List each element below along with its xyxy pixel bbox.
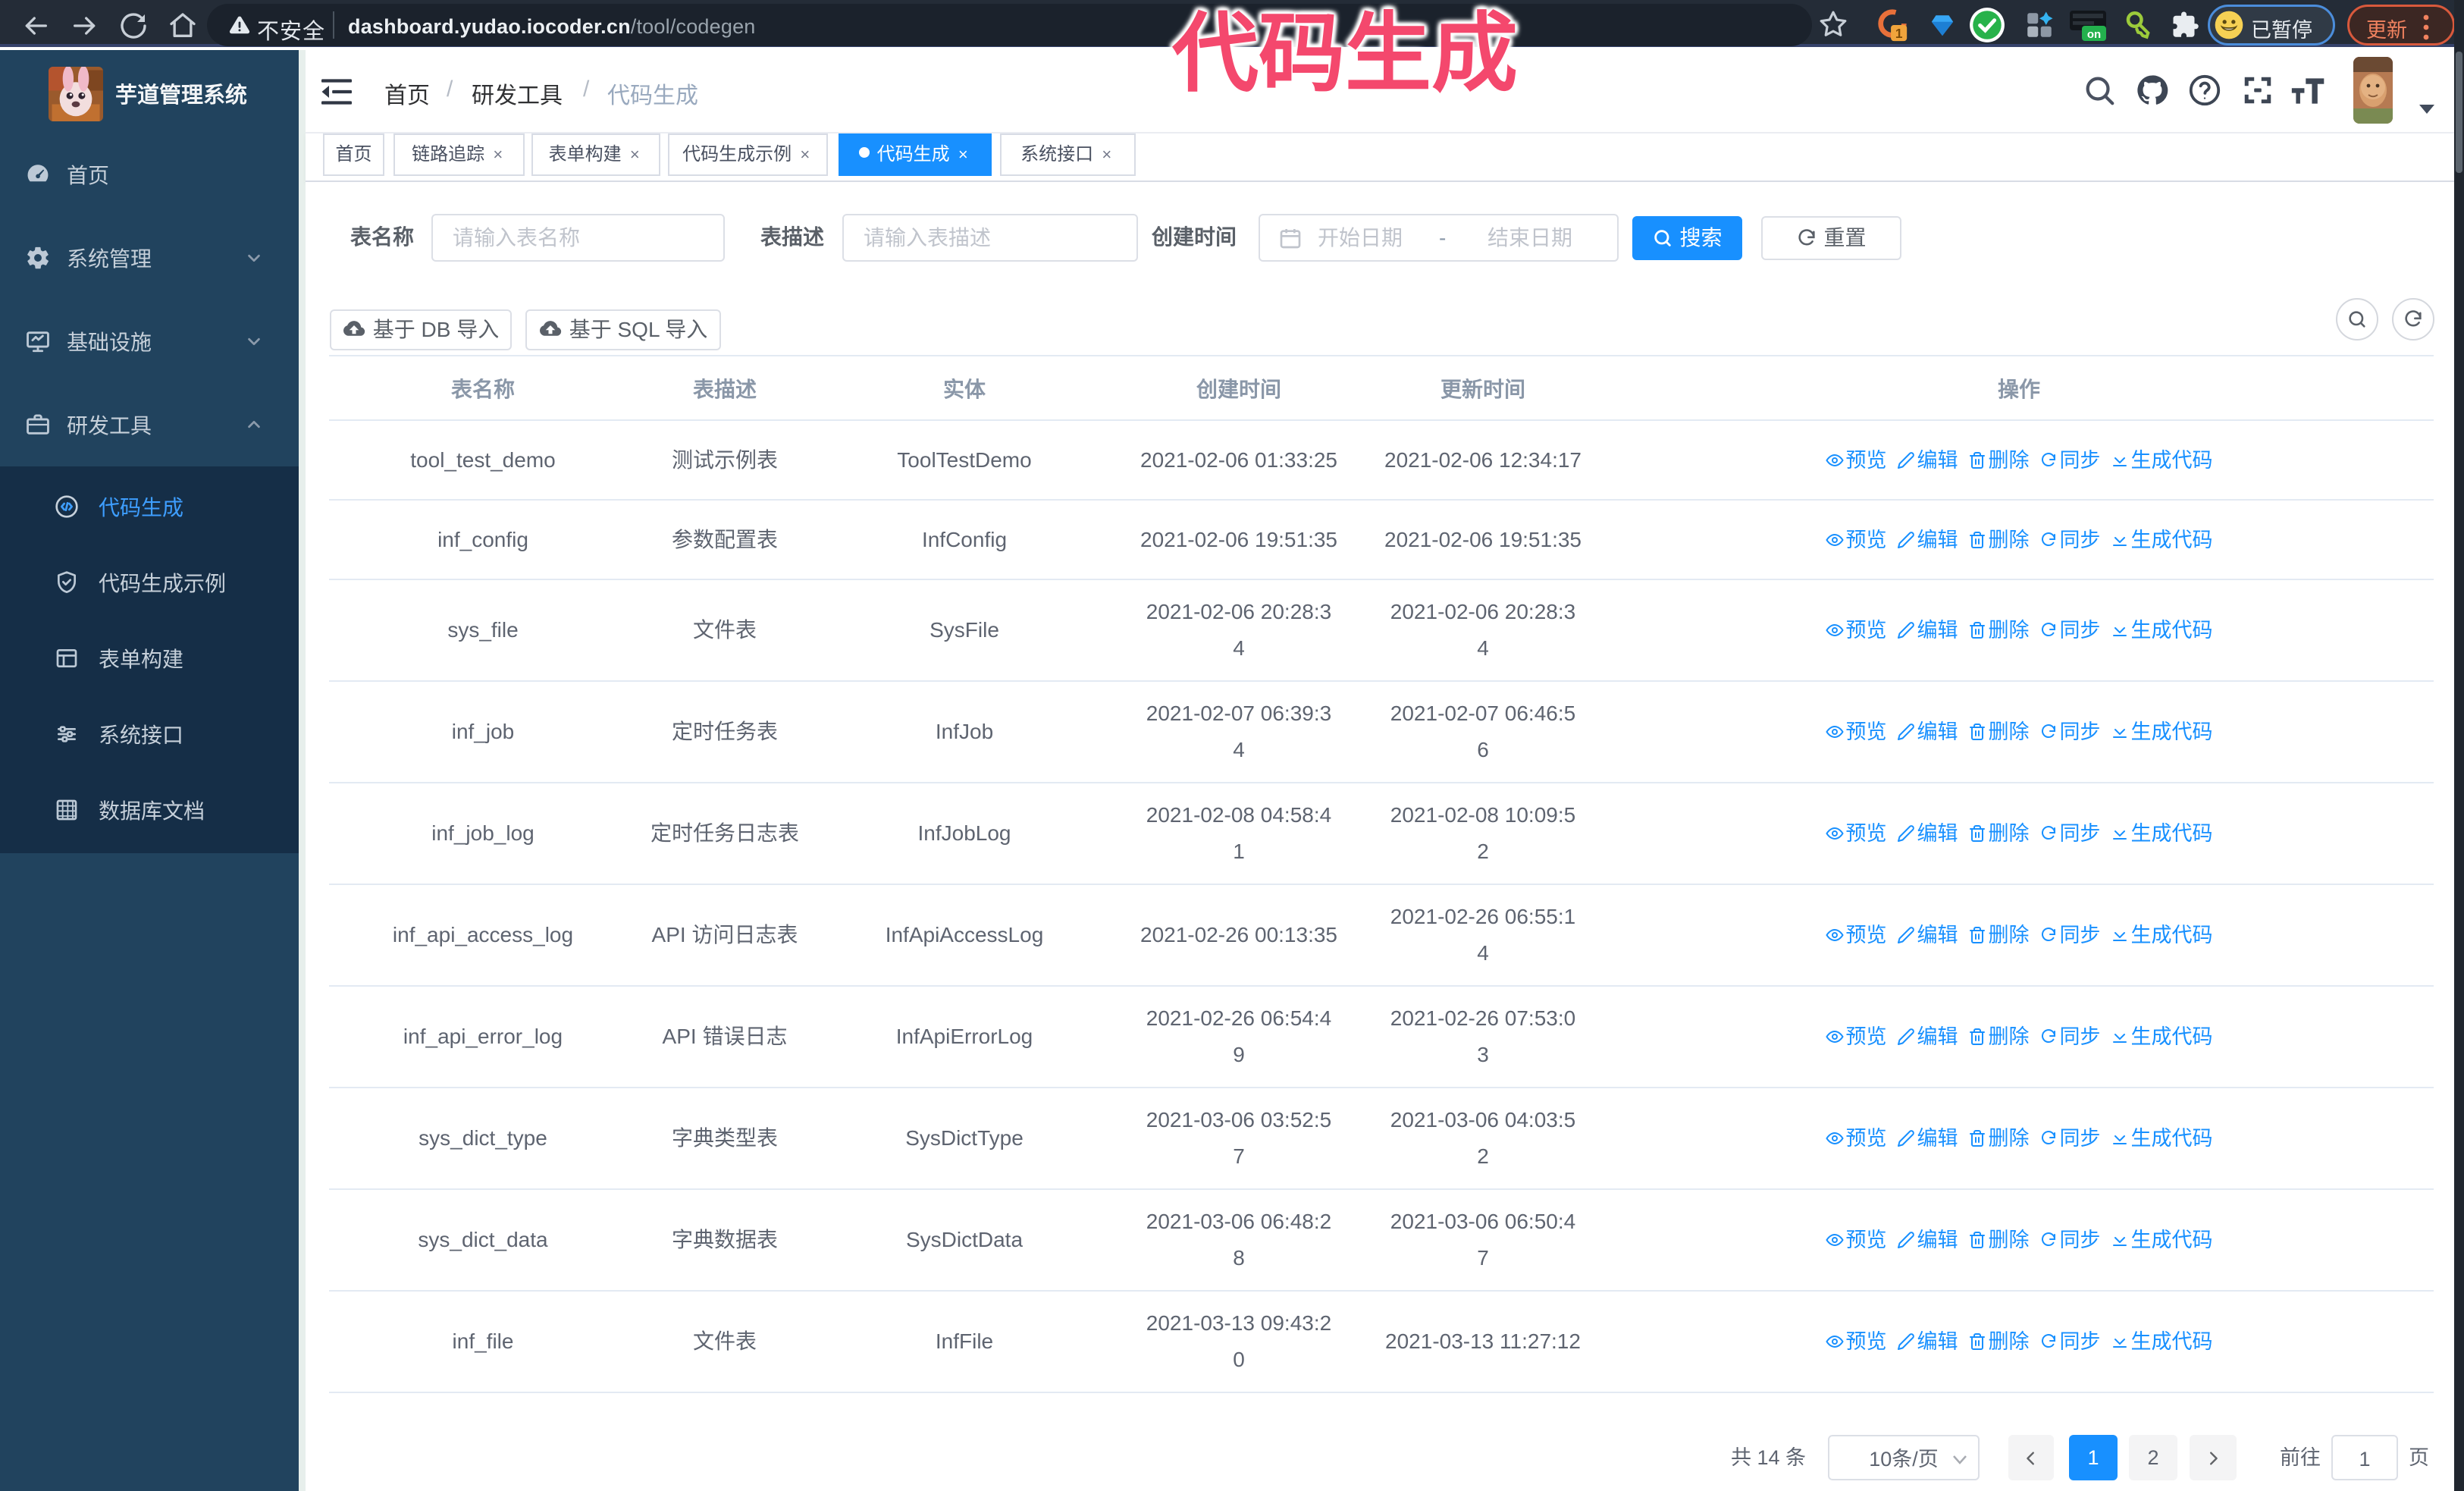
svg-text:on: on	[2087, 28, 2101, 41]
svg-text:1: 1	[1895, 26, 1903, 41]
